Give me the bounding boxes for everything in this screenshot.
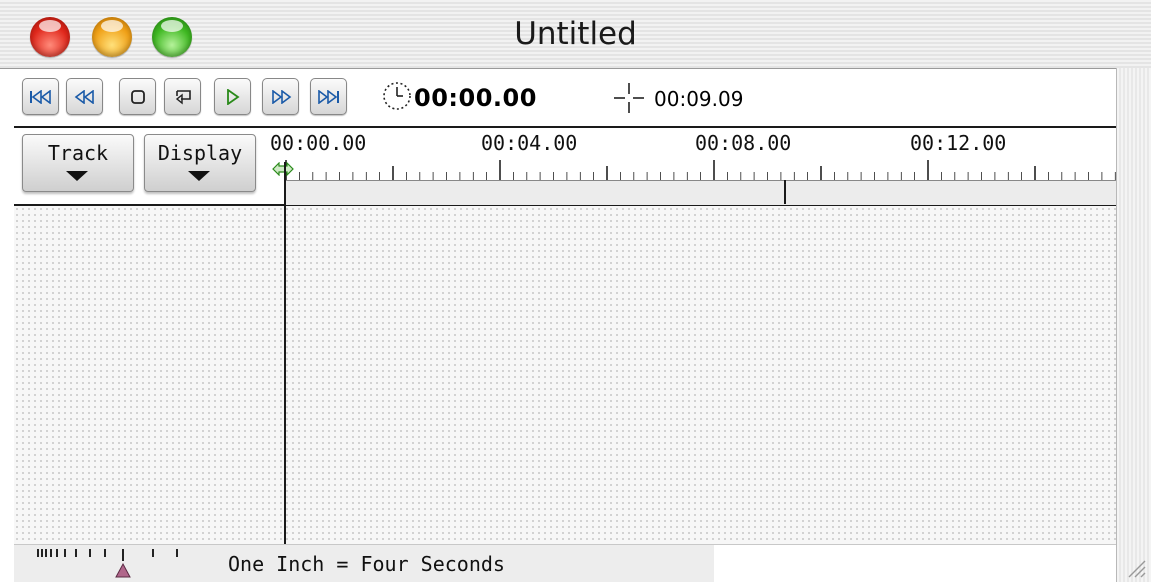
stop-button[interactable] bbox=[119, 78, 156, 115]
step-back-icon bbox=[74, 89, 94, 104]
skip-to-end-button[interactable] bbox=[310, 78, 347, 115]
stop-icon bbox=[130, 89, 145, 104]
step-forward-icon bbox=[271, 89, 291, 104]
status-bar: One Inch = Four Seconds bbox=[14, 544, 714, 582]
ruler-tick-label: 00:12.00 bbox=[910, 131, 1007, 155]
ruler-tick-label: 00:00.00 bbox=[270, 131, 367, 155]
zoom-slider[interactable] bbox=[32, 547, 192, 579]
chevron-down-icon bbox=[66, 171, 88, 181]
chevron-down-icon bbox=[188, 171, 210, 181]
end-marker[interactable] bbox=[784, 180, 786, 204]
play-icon bbox=[226, 88, 240, 105]
skip-to-end-icon bbox=[317, 89, 339, 104]
track-popup-button[interactable]: Track bbox=[22, 134, 134, 192]
crosshair-icon bbox=[614, 83, 644, 113]
display-popup-button[interactable]: Display bbox=[144, 134, 256, 192]
ruler-tick-label: 00:08.00 bbox=[695, 131, 792, 155]
track-area[interactable] bbox=[14, 206, 1116, 544]
track-popup-label: Track bbox=[47, 141, 109, 165]
display-popup-label: Display bbox=[157, 141, 243, 165]
current-time-display: 00:00.00 bbox=[414, 84, 537, 112]
rewind-to-start-button[interactable] bbox=[22, 78, 59, 115]
duration-display: 00:09.09 bbox=[654, 87, 744, 111]
loop-button[interactable] bbox=[164, 78, 201, 115]
window-title: Untitled bbox=[514, 16, 637, 52]
start-marker-icon[interactable] bbox=[272, 162, 294, 176]
step-forward-button[interactable] bbox=[262, 78, 299, 115]
playhead-line[interactable] bbox=[284, 162, 286, 544]
clock-icon bbox=[383, 82, 411, 110]
track-lane-bar[interactable] bbox=[284, 180, 1116, 205]
vertical-scrollbar[interactable] bbox=[1116, 68, 1151, 582]
resize-grip-icon[interactable] bbox=[1124, 556, 1146, 578]
timeline-header: Track Display 00:00.00 00:04.00 00:08.00… bbox=[14, 128, 1116, 206]
transport-bar: 00:00.00 00:09.09 bbox=[14, 70, 1116, 128]
scale-label: One Inch = Four Seconds bbox=[228, 552, 505, 576]
ruler-tick-label: 00:04.00 bbox=[481, 131, 578, 155]
sequencer-window: Untitled 00:00.00 00:09.09 Track Display… bbox=[0, 0, 1151, 582]
step-back-button[interactable] bbox=[66, 78, 103, 115]
title-bar[interactable]: Untitled bbox=[0, 0, 1151, 69]
play-button[interactable] bbox=[214, 78, 251, 115]
time-ruler[interactable] bbox=[284, 160, 1116, 180]
skip-to-start-icon bbox=[29, 89, 51, 104]
status-bar-blank bbox=[714, 544, 1116, 582]
zoom-slider-thumb bbox=[115, 562, 131, 578]
loop-icon bbox=[175, 89, 191, 104]
